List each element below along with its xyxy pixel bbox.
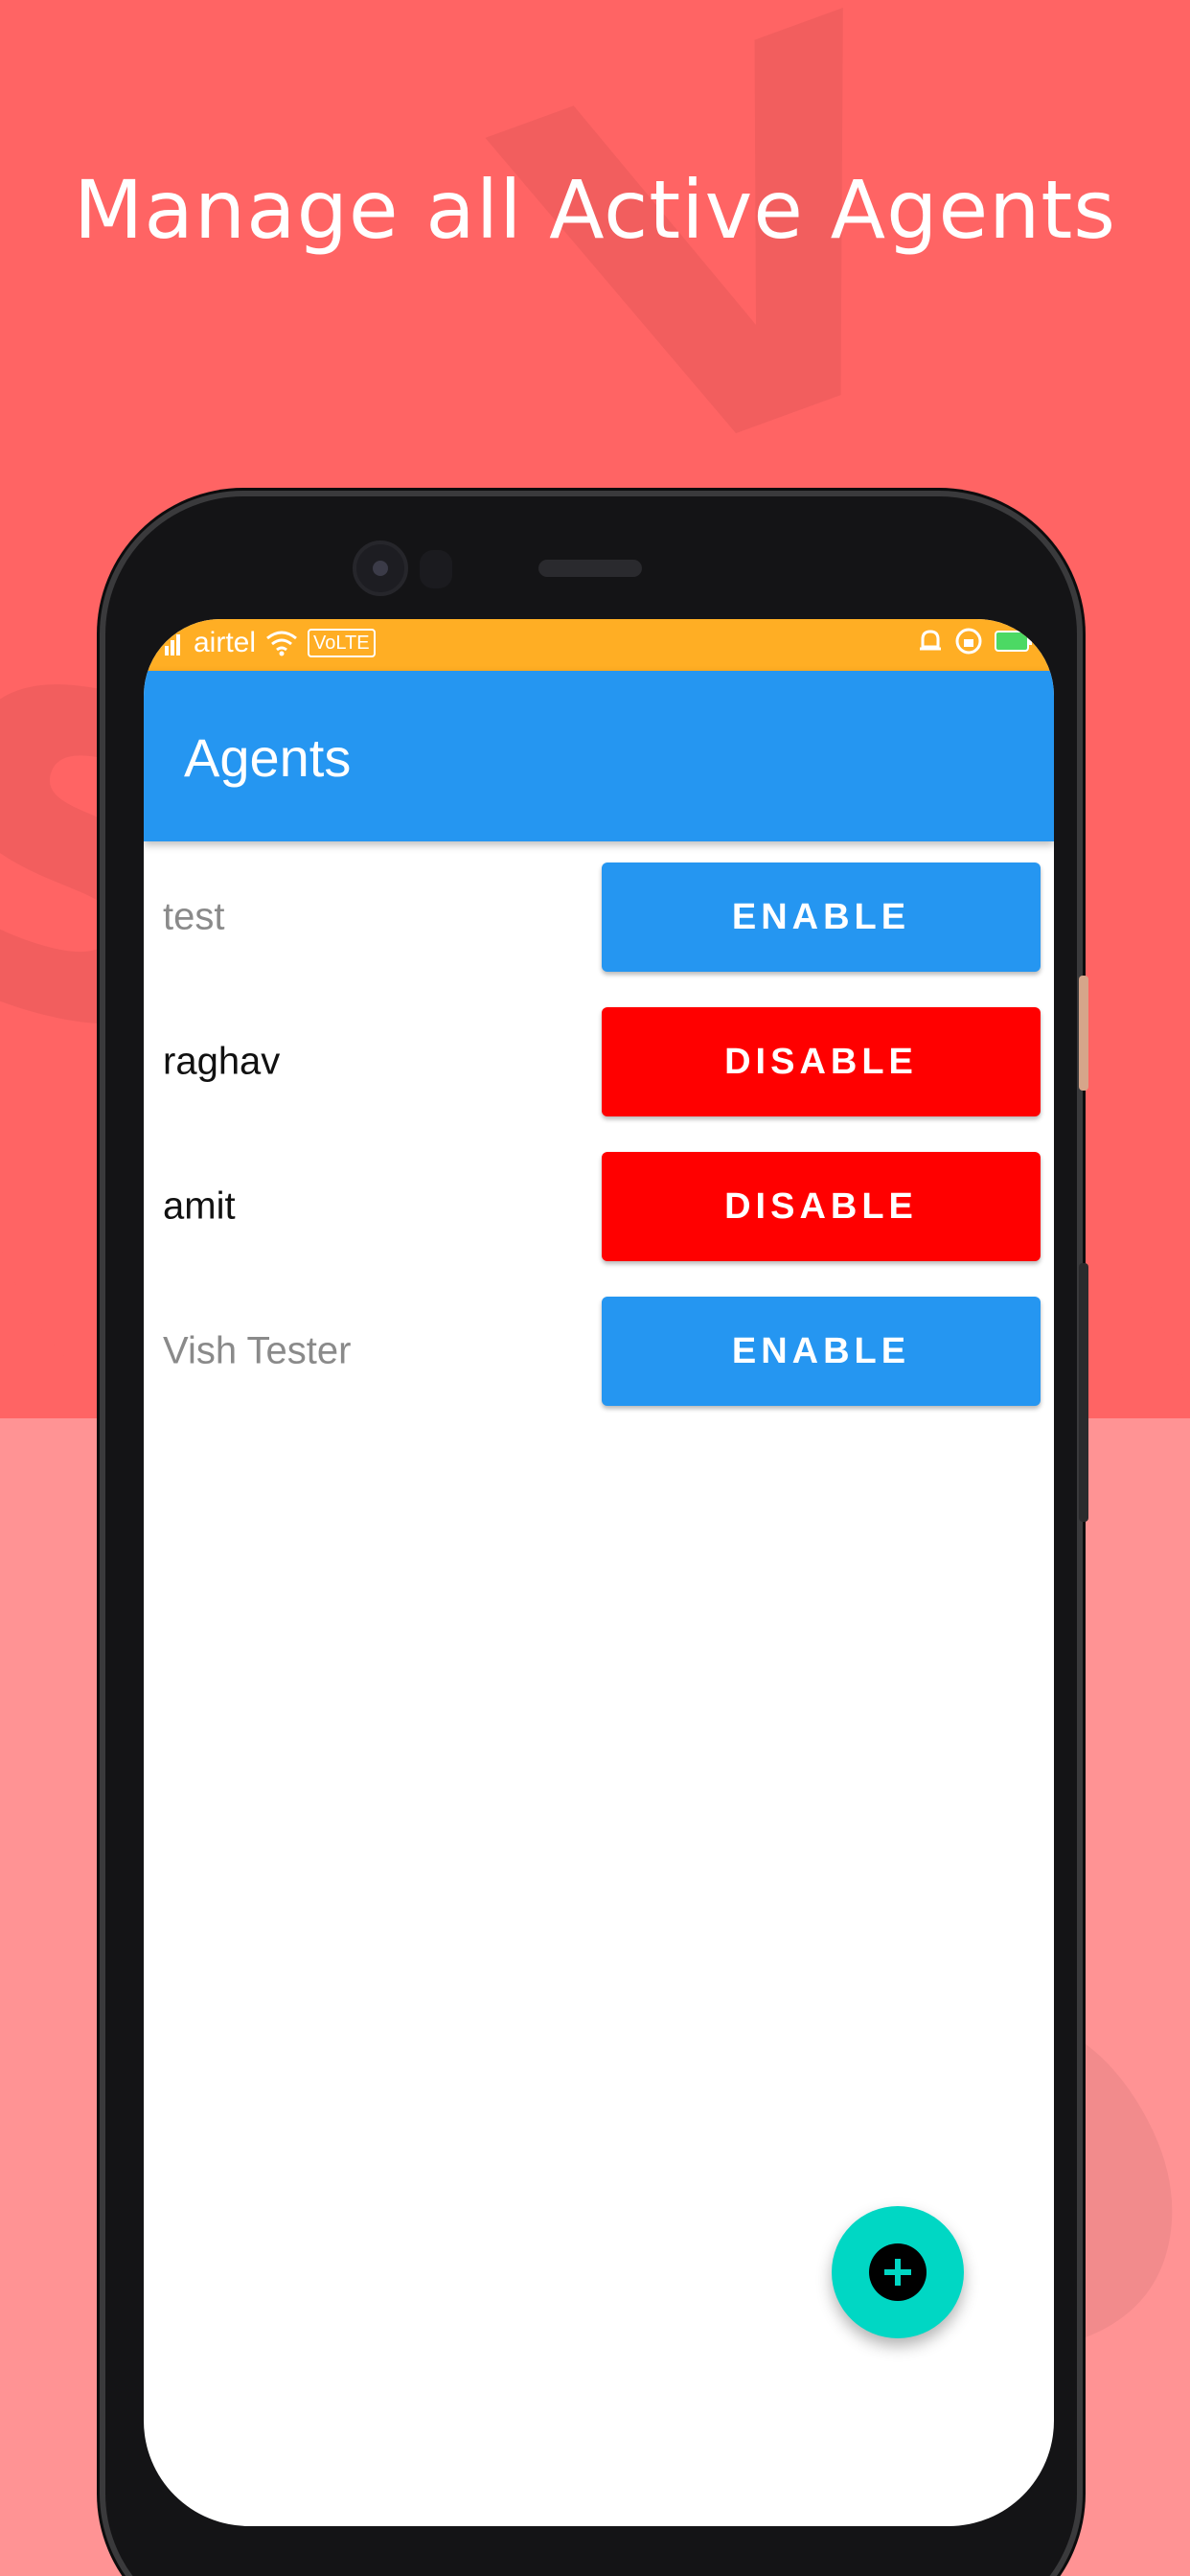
app-bar: Agents [144, 671, 1054, 841]
agent-name: test [163, 895, 225, 938]
speaker-grille [538, 560, 642, 577]
signal-icon [165, 634, 180, 656]
add-agent-button[interactable] [832, 2206, 964, 2338]
plus-icon [869, 2243, 927, 2301]
phone-side-button [1079, 1263, 1088, 1522]
agent-row: amit DISABLE [144, 1135, 1054, 1278]
status-bar-right [918, 627, 1033, 656]
wifi-icon [266, 631, 297, 656]
agent-name: Vish Tester [163, 1329, 352, 1372]
agent-name: raghav [163, 1040, 281, 1083]
sensor-icon [420, 550, 452, 588]
agent-row: raghav DISABLE [144, 990, 1054, 1134]
status-bar: airtel VoLTE [144, 619, 1054, 671]
alarm-icon [920, 630, 941, 651]
page-headline: Manage all Active Agents [73, 163, 1117, 257]
agent-name: amit [163, 1184, 236, 1228]
agent-row: test ENABLE [144, 845, 1054, 989]
battery-icon [995, 631, 1032, 652]
camera-icon [353, 540, 408, 596]
phone-side-button [1079, 976, 1088, 1091]
disable-agent-button[interactable]: DISABLE [602, 1007, 1041, 1116]
enable-agent-button[interactable]: ENABLE [602, 1297, 1041, 1406]
enable-agent-button[interactable]: ENABLE [602, 862, 1041, 972]
carrier-name: airtel [194, 627, 257, 658]
app-bar-title: Agents [184, 727, 352, 788]
rotation-lock-icon [955, 628, 982, 655]
disable-agent-button[interactable]: DISABLE [602, 1152, 1041, 1261]
volte-badge: VoLTE [308, 629, 376, 657]
status-bar-left: airtel VoLTE [165, 627, 376, 659]
agent-row: Vish Tester ENABLE [144, 1279, 1054, 1423]
